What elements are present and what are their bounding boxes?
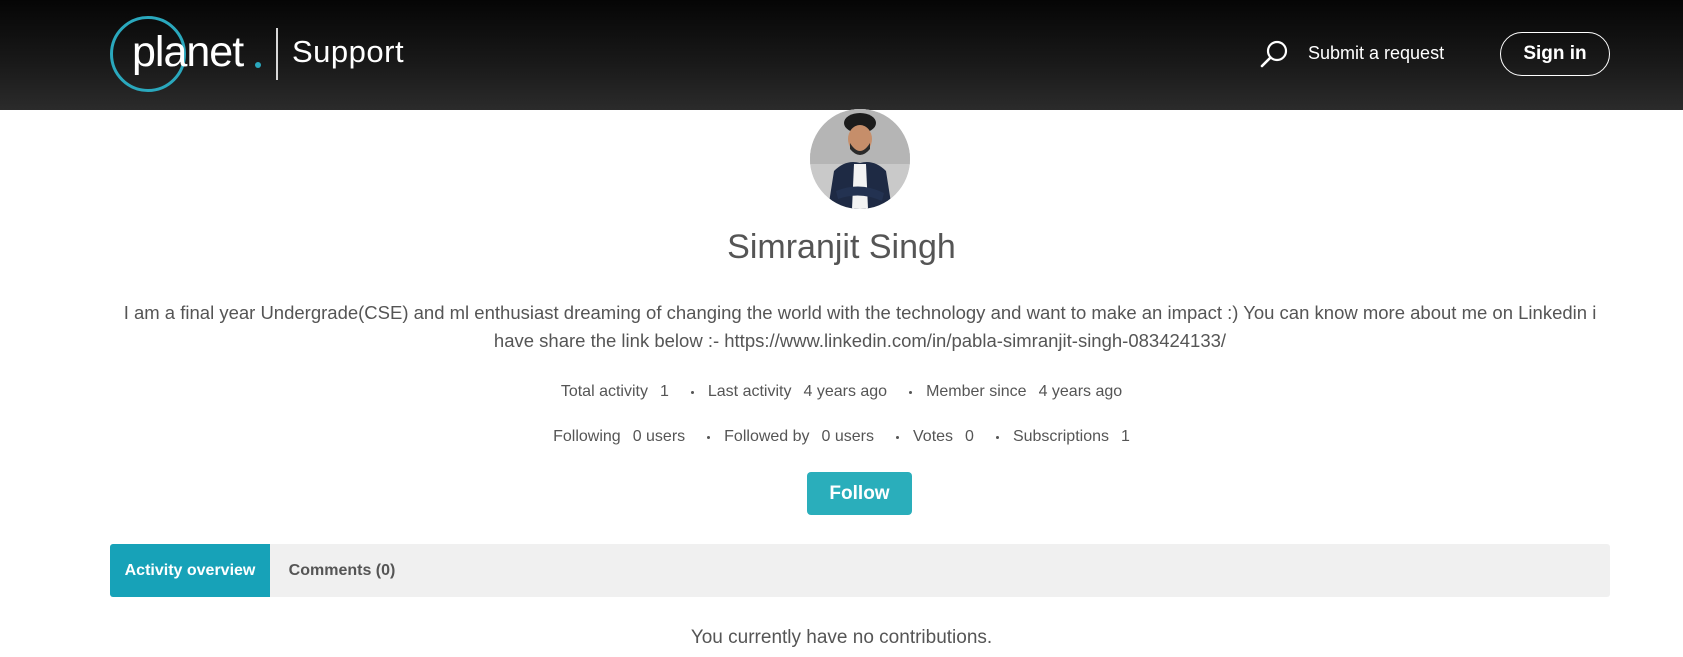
brand-section-label: Support xyxy=(292,34,405,69)
bullet-separator xyxy=(896,435,899,439)
stat-value: 1 xyxy=(1120,428,1130,445)
stat-votes: Votes 0 xyxy=(913,428,974,446)
profile-bio: I am a final year Undergrade(CSE) and ml… xyxy=(123,302,1597,351)
stat-subscriptions: Subscriptions 1 xyxy=(1013,428,1130,446)
stat-value: 4 years ago xyxy=(1038,383,1123,400)
site-header: planet Support Submit a request Sign in xyxy=(0,0,1683,110)
stats-row-activity: Total activity 1 Last activity 4 years a… xyxy=(0,383,1683,401)
stat-label: Subscriptions xyxy=(1012,428,1109,445)
tab-activity-overview[interactable]: Activity overview xyxy=(110,544,270,597)
stat-label: Votes xyxy=(913,428,954,445)
profile-tabs: Activity overview Comments (0) xyxy=(110,544,1610,597)
stat-label: Last activity xyxy=(707,383,792,400)
stat-label: Followed by xyxy=(724,428,810,445)
search-icon[interactable] xyxy=(1258,38,1290,70)
submit-request-link[interactable]: Submit a request xyxy=(1308,43,1444,64)
bullet-separator xyxy=(995,435,999,439)
stat-value: 0 xyxy=(965,428,974,445)
no-contributions-message: You currently have no contributions. xyxy=(690,627,993,648)
sign-in-button[interactable]: Sign in xyxy=(1500,32,1610,76)
stat-value: 4 years ago xyxy=(803,383,888,400)
stat-following: Following 0 users xyxy=(553,428,685,446)
logo-dot-icon xyxy=(255,62,261,68)
stat-total-activity: Total activity 1 xyxy=(561,383,669,401)
stat-member-since: Member since 4 years ago xyxy=(926,383,1122,401)
tab-comments[interactable]: Comments (0) xyxy=(270,544,414,597)
avatar xyxy=(810,109,910,209)
planet-logo[interactable]: planet Support xyxy=(108,16,428,94)
logo-divider xyxy=(276,28,278,80)
stat-label: Following xyxy=(553,428,621,445)
stat-value: 0 users xyxy=(632,428,686,445)
stats-row-social: Following 0 users Followed by 0 users Vo… xyxy=(0,428,1683,446)
stat-label: Total activity xyxy=(560,383,648,400)
follow-button[interactable]: Follow xyxy=(807,472,912,515)
stat-label: Member since xyxy=(926,383,1027,400)
stat-value: 1 xyxy=(659,383,669,400)
stat-value: 0 users xyxy=(821,428,874,445)
stat-followed-by: Followed by 0 users xyxy=(724,428,874,446)
stat-last-activity: Last activity 4 years ago xyxy=(708,383,887,401)
profile-name: Simranjit Singh xyxy=(727,228,956,266)
logo-text: planet xyxy=(132,28,244,76)
bullet-separator xyxy=(707,435,711,439)
bullet-separator xyxy=(690,390,694,394)
bullet-separator xyxy=(909,390,913,394)
